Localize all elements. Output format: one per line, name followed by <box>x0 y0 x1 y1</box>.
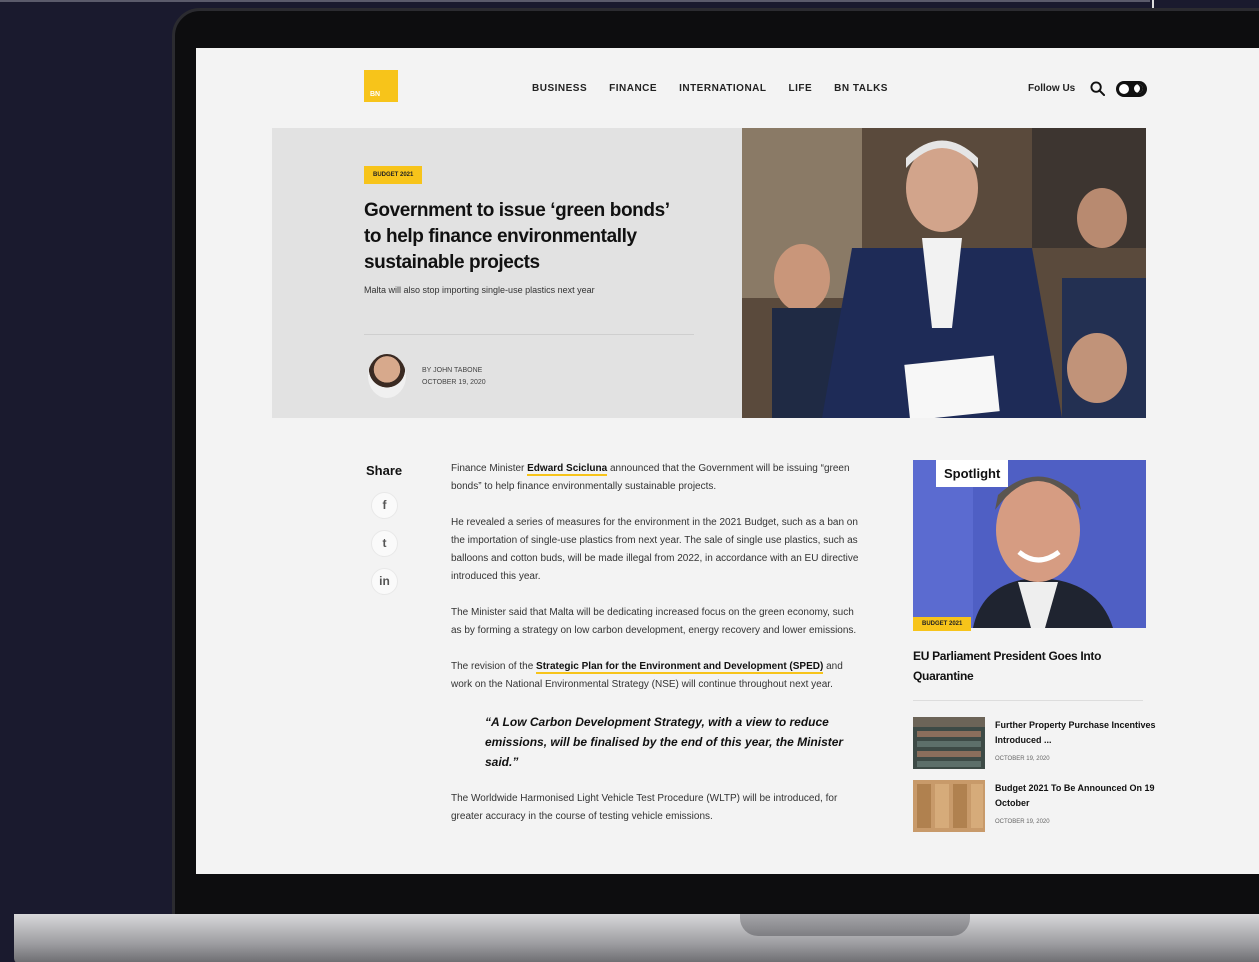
hero-section: BUDGET 2021 Government to issue ‘green b… <box>272 128 1146 418</box>
facebook-share-button[interactable]: f <box>371 492 398 519</box>
decorative-line <box>0 0 1150 2</box>
nav-business[interactable]: BUSINESS <box>532 83 587 94</box>
article-paragraph: The revision of the Strategic Plan for t… <box>451 661 843 690</box>
related-thumbnail[interactable] <box>913 717 985 769</box>
pull-quote: “A Low Carbon Development Strategy, with… <box>485 715 844 769</box>
minister-link[interactable]: Edward Scicluna <box>527 463 608 476</box>
article-paragraph: The Minister said that Malta will be ded… <box>451 607 857 636</box>
dark-mode-toggle[interactable] <box>1116 81 1147 97</box>
article-paragraph: He revealed a series of measures for the… <box>451 517 859 582</box>
author-info: BY JOHN TABONE OCTOBER 19, 2020 <box>422 365 486 389</box>
hero-photo <box>742 128 1146 418</box>
logo-text: BN <box>370 91 381 98</box>
spotlight-label: Spotlight <box>936 460 1009 487</box>
laptop-notch <box>740 914 970 936</box>
related-article-title[interactable]: Budget 2021 To Be Announced On 19 Octobe… <box>995 781 1165 811</box>
nav-life[interactable]: LIFE <box>789 83 813 94</box>
nav-international[interactable]: INTERNATIONAL <box>679 83 766 94</box>
hero-divider <box>364 334 694 335</box>
facebook-icon: f <box>382 498 387 512</box>
twitter-icon: t <box>382 536 387 550</box>
spotlight-category-badge[interactable]: BUDGET 2021 <box>913 617 972 631</box>
article-paragraph: Finance Minister Edward Scicluna announc… <box>451 463 850 492</box>
article-paragraph: The Worldwide Harmonised Light Vehicle T… <box>451 793 838 822</box>
share-label: Share <box>366 463 403 478</box>
sped-link[interactable]: Strategic Plan for the Environment and D… <box>536 661 824 674</box>
hero-category-badge[interactable]: BUDGET 2021 <box>364 166 423 184</box>
spotlight-title[interactable]: EU Parliament President Goes Into Quaran… <box>913 646 1143 686</box>
twitter-share-button[interactable]: t <box>371 530 398 557</box>
linkedin-icon: in <box>379 574 390 588</box>
author-name: BY JOHN TABONE <box>422 367 483 374</box>
hero-title[interactable]: Government to issue ‘green bonds’ to hel… <box>364 198 674 276</box>
site-logo[interactable]: BN <box>364 70 398 102</box>
article-body: Finance Minister Edward Scicluna announc… <box>451 460 861 844</box>
follow-us-link[interactable]: Follow Us <box>1028 83 1075 94</box>
laptop-screen: BN BUSINESS FINANCE INTERNATIONAL LIFE B… <box>196 48 1259 874</box>
hero-subtitle: Malta will also stop importing single-us… <box>364 285 595 295</box>
related-article-date: OCTOBER 19, 2020 <box>995 819 1050 825</box>
related-article-date: OCTOBER 19, 2020 <box>995 756 1050 762</box>
publish-date: OCTOBER 19, 2020 <box>422 379 486 386</box>
author-avatar <box>368 354 406 398</box>
nav-bn-talks[interactable]: BN TALKS <box>834 83 888 94</box>
related-thumbnail[interactable] <box>913 780 985 832</box>
laptop-base <box>14 914 1259 962</box>
main-nav: BUSINESS FINANCE INTERNATIONAL LIFE BN T… <box>532 83 888 94</box>
related-article-title[interactable]: Further Property Purchase Incentives Int… <box>995 718 1165 748</box>
nav-finance[interactable]: FINANCE <box>609 83 657 94</box>
search-icon[interactable] <box>1090 81 1105 96</box>
sidebar-divider <box>913 700 1143 701</box>
linkedin-share-button[interactable]: in <box>371 568 398 595</box>
